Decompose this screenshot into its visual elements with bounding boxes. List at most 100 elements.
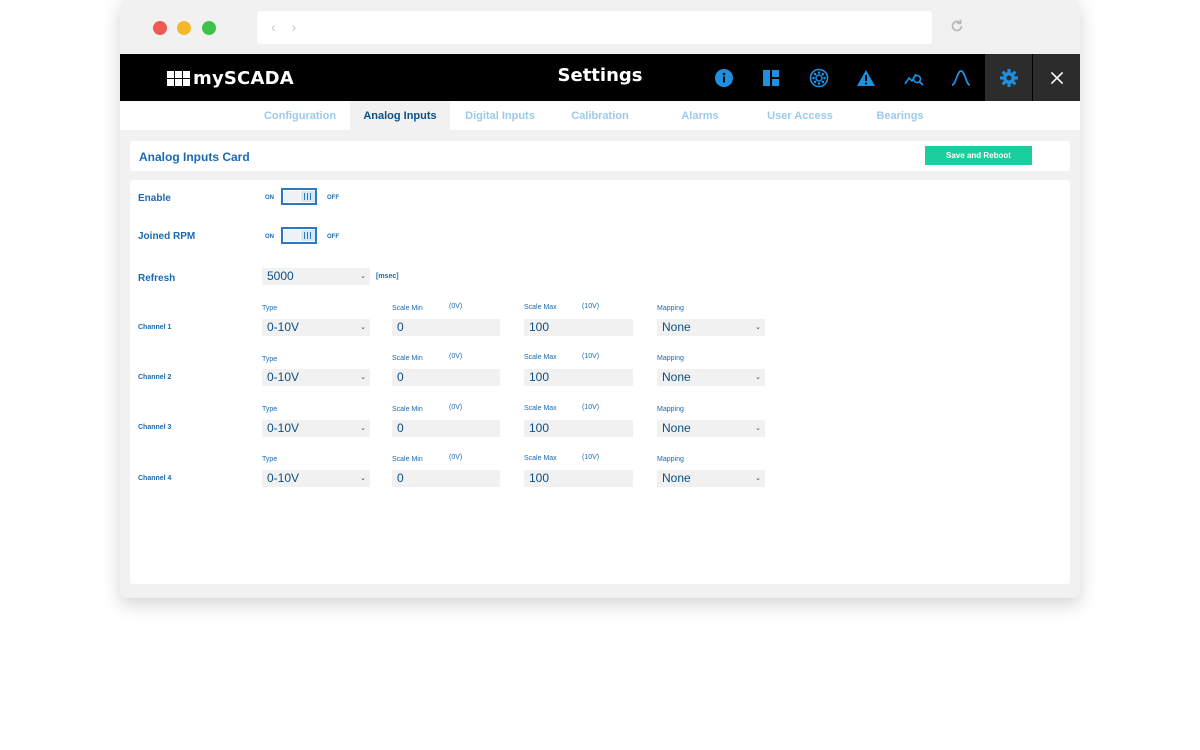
type-header: Type (262, 305, 278, 312)
enable-label: Enable (138, 193, 171, 204)
mapping-value: None (662, 471, 691, 485)
channel-2-mapping-select[interactable]: None ⌄ (657, 369, 765, 386)
type-header: Type (262, 406, 278, 413)
scale-max-header: Scale Max (524, 304, 557, 311)
card-header: Analog Inputs Card Save and Reboot (130, 141, 1070, 171)
scale-min-header: Scale Min (392, 355, 423, 362)
scale-max-value: 100 (529, 421, 550, 435)
bearing-button[interactable] (795, 54, 842, 101)
maximize-window-button[interactable] (202, 21, 216, 35)
save-and-reboot-button[interactable]: Save and Reboot (925, 146, 1032, 165)
joined-rpm-on-label: ON (265, 234, 274, 240)
settings-button[interactable] (985, 54, 1032, 101)
tab-digital-inputs[interactable]: Digital Inputs (450, 101, 550, 130)
tab-alarms[interactable]: Alarms (650, 101, 750, 130)
scale-min-header: Scale Min (392, 305, 423, 312)
channel-4-type-select[interactable]: 0-10V ⌄ (262, 470, 370, 487)
bearing-icon (809, 68, 828, 87)
browser-chrome: ‹ › (120, 0, 1080, 54)
scale-min-value: 0 (397, 370, 404, 384)
alarm-button[interactable] (842, 54, 889, 101)
tab-user-access[interactable]: User Access (750, 101, 850, 130)
scale-max-unit: (10V) (582, 353, 600, 360)
scale-max-unit: (10V) (582, 454, 600, 461)
close-settings-button[interactable] (1033, 54, 1080, 101)
peak-button[interactable] (937, 54, 984, 101)
scale-max-header: Scale Max (524, 405, 557, 412)
dashboard-icon (762, 69, 779, 86)
scale-min-unit: (0V) (449, 353, 463, 360)
type-value: 0-10V (267, 320, 300, 334)
tab-bearings[interactable]: Bearings (850, 101, 950, 130)
channel-1-type-select[interactable]: 0-10V ⌄ (262, 319, 370, 336)
trend-search-icon (903, 73, 924, 86)
analog-inputs-card: Enable ON OFF Joined RPM ON OFF Refresh … (130, 180, 1070, 584)
close-window-button[interactable] (153, 21, 167, 35)
close-icon (1050, 71, 1063, 84)
app-header: mySCADA Settings (120, 54, 1080, 101)
channel-4-mapping-select[interactable]: None ⌄ (657, 470, 765, 487)
channel-1-label: Channel 1 (138, 324, 172, 331)
toggle-knob (301, 230, 315, 241)
channel-1-mapping-select[interactable]: None ⌄ (657, 319, 765, 336)
scale-max-value: 100 (529, 471, 550, 485)
joined-rpm-toggle[interactable] (281, 227, 317, 244)
scale-min-header: Scale Min (392, 406, 423, 413)
channel-3-mapping-select[interactable]: None ⌄ (657, 420, 765, 437)
joined-rpm-off-label: OFF (327, 234, 339, 240)
dashboard-button[interactable] (747, 54, 794, 101)
channel-2-scale-min-input[interactable]: 0 (392, 369, 500, 386)
address-bar[interactable]: ‹ › (257, 11, 932, 44)
chevron-down-icon: ⌄ (755, 324, 761, 331)
scale-max-unit: (10V) (582, 303, 600, 310)
scale-min-value: 0 (397, 320, 404, 334)
mapping-header: Mapping (657, 456, 684, 463)
browser-window: ‹ › mySCADA Settings Configuration Analo… (120, 0, 1080, 598)
enable-off-label: OFF (327, 195, 339, 201)
channel-2-type-select[interactable]: 0-10V ⌄ (262, 369, 370, 386)
mapping-header: Mapping (657, 406, 684, 413)
chevron-down-icon: ⌄ (360, 324, 366, 331)
channel-3-label: Channel 3 (138, 424, 172, 431)
chevron-down-icon: ⌄ (755, 374, 761, 381)
channel-3-scale-max-input[interactable]: 100 (524, 420, 633, 437)
toggle-knob (301, 191, 315, 202)
tab-analog-inputs[interactable]: Analog Inputs (350, 101, 450, 130)
channel-1-scale-min-input[interactable]: 0 (392, 319, 500, 336)
joined-rpm-label: Joined RPM (138, 231, 196, 242)
back-forward-icon[interactable]: ‹ › (271, 19, 302, 35)
myscada-logo: mySCADA (167, 66, 294, 90)
scale-max-header: Scale Max (524, 354, 557, 361)
scale-min-unit: (0V) (449, 454, 463, 461)
scale-max-value: 100 (529, 320, 550, 334)
info-icon (714, 68, 733, 87)
channel-1-scale-max-input[interactable]: 100 (524, 319, 633, 336)
card-title: Analog Inputs Card (139, 150, 250, 164)
info-button[interactable] (700, 54, 747, 101)
scale-min-unit: (0V) (449, 303, 463, 310)
channel-3-scale-min-input[interactable]: 0 (392, 420, 500, 437)
chevron-down-icon: ⌄ (360, 273, 366, 280)
minimize-window-button[interactable] (177, 21, 191, 35)
channel-2-label: Channel 2 (138, 374, 172, 381)
trend-search-button[interactable] (890, 54, 937, 101)
tab-calibration[interactable]: Calibration (550, 101, 650, 130)
reload-icon[interactable] (948, 17, 966, 35)
alarm-icon (856, 69, 875, 86)
refresh-select[interactable]: 5000 ⌄ (262, 268, 370, 285)
chevron-down-icon: ⌄ (360, 374, 366, 381)
tab-configuration[interactable]: Configuration (250, 101, 350, 130)
channel-4-scale-max-input[interactable]: 100 (524, 470, 633, 487)
settings-tabs: Configuration Analog Inputs Digital Inpu… (120, 101, 1080, 130)
channel-2-scale-max-input[interactable]: 100 (524, 369, 633, 386)
scale-min-unit: (0V) (449, 404, 463, 411)
channel-4-scale-min-input[interactable]: 0 (392, 470, 500, 487)
enable-on-label: ON (265, 195, 274, 201)
channel-3-type-select[interactable]: 0-10V ⌄ (262, 420, 370, 437)
chevron-down-icon: ⌄ (360, 425, 366, 432)
enable-toggle[interactable] (281, 188, 317, 205)
scale-min-value: 0 (397, 421, 404, 435)
page-title: Settings (557, 65, 643, 86)
logo-text: mySCADA (193, 67, 294, 89)
scale-min-header: Scale Min (392, 456, 423, 463)
